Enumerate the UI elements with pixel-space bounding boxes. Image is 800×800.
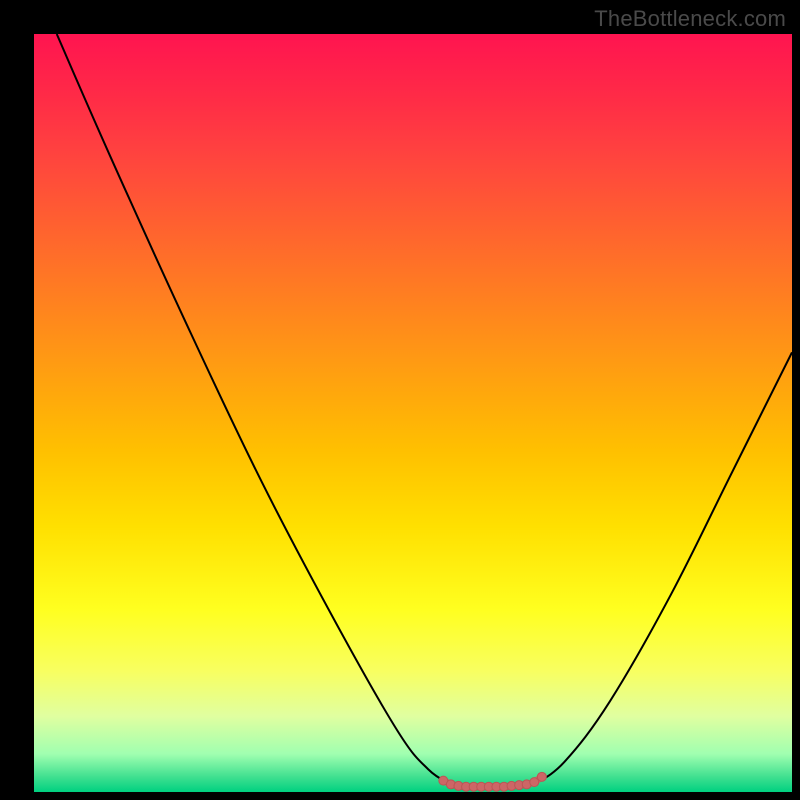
chart-frame: [0, 0, 800, 800]
right-branch-curve: [534, 352, 792, 784]
chart-curves: [34, 34, 792, 792]
watermark-text: TheBottleneck.com: [594, 6, 786, 32]
flat-segment-dots: [439, 772, 547, 791]
left-branch-curve: [57, 34, 451, 784]
plot-area: [34, 34, 792, 792]
marker-dot: [537, 772, 546, 781]
